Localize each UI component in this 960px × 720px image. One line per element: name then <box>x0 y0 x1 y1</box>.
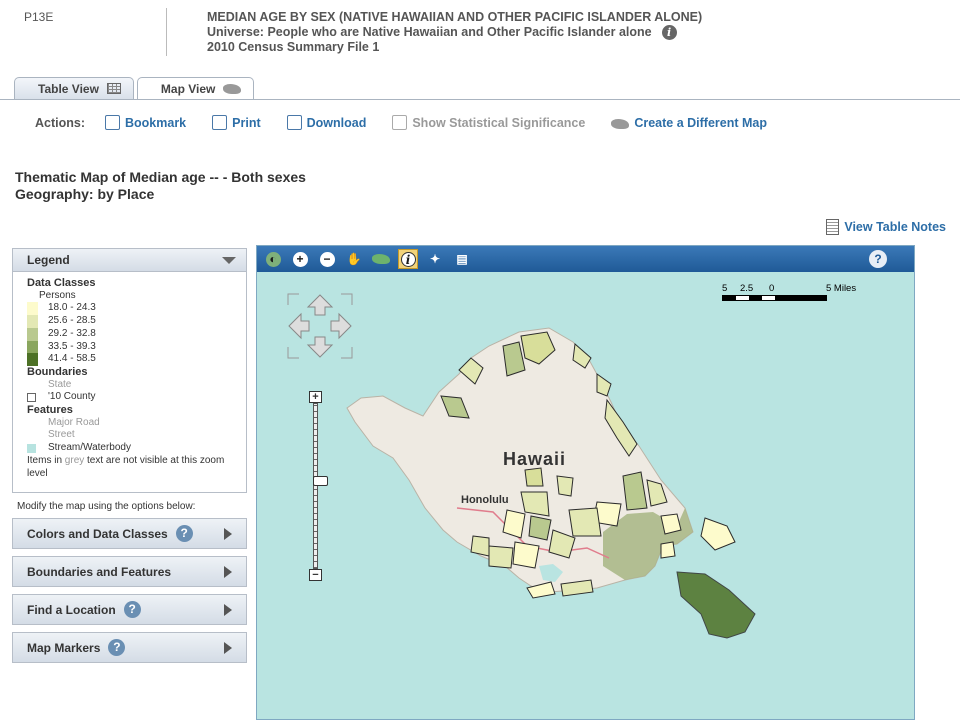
data-classes-label: Data Classes <box>27 277 96 289</box>
view-table-notes-link[interactable]: View Table Notes <box>826 219 946 235</box>
map-viewport[interactable]: ◐ + − ✋ i ✦ ▤ ? 5 2.5 0 5 Miles + − Hawa… <box>256 245 915 720</box>
legend-panel: Legend Data Classes Persons 18.0 - 24.3 2… <box>12 248 247 493</box>
find-location-panel[interactable]: Find a Location? <box>12 594 247 625</box>
place-polygon <box>528 515 552 541</box>
table-title: MEDIAN AGE BY SEX (NATIVE HAWAIIAN AND O… <box>207 10 702 55</box>
boundary-county: '10 County <box>27 391 246 404</box>
create-different-map-button[interactable]: Create a Different Map <box>611 116 767 130</box>
place-polygon <box>676 571 756 639</box>
universe-line: Universe: People who are Native Hawaiian… <box>207 25 702 41</box>
legend-swatch <box>27 315 38 328</box>
place-polygon <box>470 535 490 557</box>
place-polygon <box>596 373 612 397</box>
bookmark-button[interactable]: Bookmark <box>105 115 186 130</box>
legend-swatch <box>27 302 38 316</box>
us-map-icon <box>223 84 242 94</box>
help-icon[interactable]: ? <box>175 525 193 542</box>
boundary-state: State <box>48 378 72 390</box>
table-title-line: MEDIAN AGE BY SEX (NATIVE HAWAIIAN AND O… <box>207 10 703 24</box>
map-markers-panel[interactable]: Map Markers? <box>12 632 247 663</box>
place-polygon <box>488 545 514 569</box>
table-code: P13E <box>24 10 54 24</box>
oahu-map[interactable] <box>257 246 915 720</box>
map-title-line: Thematic Map of Median age -- - Both sex… <box>15 169 306 185</box>
unit-label: Persons <box>39 289 76 301</box>
map-title: Thematic Map of Median age -- - Both sex… <box>15 169 306 203</box>
island-label: Hawaii <box>503 449 567 469</box>
legend-class-row: 18.0 - 24.3 <box>27 302 246 316</box>
significance-icon <box>392 115 408 130</box>
view-tabs: Table View Map View <box>14 77 255 100</box>
boundaries-features-panel[interactable]: Boundaries and Features <box>12 556 247 587</box>
tab-divider <box>0 99 960 100</box>
feature-street: Street <box>48 429 75 441</box>
header-divider <box>166 8 167 56</box>
features-label: Features <box>27 404 73 417</box>
place-polygon <box>660 513 682 535</box>
notes-icon <box>826 219 840 235</box>
geography-line: Geography: by Place <box>15 186 155 202</box>
help-icon[interactable]: ? <box>108 639 126 656</box>
info-icon[interactable]: i <box>661 25 677 41</box>
place-polygon <box>556 475 574 497</box>
legend-class-row: 33.5 - 39.3 <box>27 340 246 354</box>
collapse-arrow-icon[interactable] <box>222 256 236 264</box>
modify-instructions: Modify the map using the options below: <box>17 501 196 512</box>
download-icon <box>286 115 302 130</box>
tab-map-view[interactable]: Map View <box>136 77 255 100</box>
legend-note: Items in grey text are not visible at th… <box>27 454 225 479</box>
expand-arrow-icon[interactable] <box>224 641 232 654</box>
help-icon[interactable]: ? <box>123 601 141 618</box>
colors-data-classes-panel[interactable]: Colors and Data Classes? <box>12 518 247 549</box>
legend-class-row: 41.4 - 58.5 <box>27 353 246 366</box>
place-polygon <box>524 467 544 487</box>
table-grid-icon <box>106 83 121 94</box>
expand-arrow-icon[interactable] <box>224 603 232 616</box>
legend-swatch <box>27 340 38 354</box>
place-polygon <box>700 517 736 551</box>
feature-major-road: Major Road <box>48 416 100 428</box>
bookmark-icon <box>105 115 120 130</box>
us-map-icon <box>611 118 630 129</box>
legend-class-row: 25.6 - 28.5 <box>27 315 246 328</box>
county-swatch <box>27 393 36 403</box>
place-polygon <box>660 541 676 559</box>
legend-swatch <box>27 353 38 366</box>
print-icon <box>212 115 228 130</box>
print-button[interactable]: Print <box>212 115 261 130</box>
source-line: 2010 Census Summary File 1 <box>207 40 380 55</box>
actions-bar: Actions: Bookmark Print Download Show St… <box>35 115 793 130</box>
legend-class-row: 29.2 - 32.8 <box>27 327 246 341</box>
tab-table-view[interactable]: Table View <box>14 77 134 99</box>
legend-header[interactable]: Legend <box>13 249 246 272</box>
city-label: Honolulu <box>461 494 509 506</box>
expand-arrow-icon[interactable] <box>224 565 232 578</box>
show-statistical-significance-button[interactable]: Show Statistical Significance <box>392 115 585 130</box>
expand-arrow-icon[interactable] <box>224 527 232 540</box>
place-polygon <box>520 491 550 517</box>
legend-swatch <box>27 327 38 341</box>
download-button[interactable]: Download <box>286 115 366 130</box>
place-polygon <box>512 541 540 569</box>
water-swatch <box>27 443 36 453</box>
actions-label: Actions: <box>35 115 85 130</box>
boundaries-label: Boundaries <box>27 365 88 378</box>
data-classes-list: 18.0 - 24.3 25.6 - 28.5 29.2 - 32.8 33.5 - … <box>27 302 246 366</box>
place-polygon <box>568 507 602 537</box>
feature-stream: Stream/Waterbody <box>27 442 246 455</box>
